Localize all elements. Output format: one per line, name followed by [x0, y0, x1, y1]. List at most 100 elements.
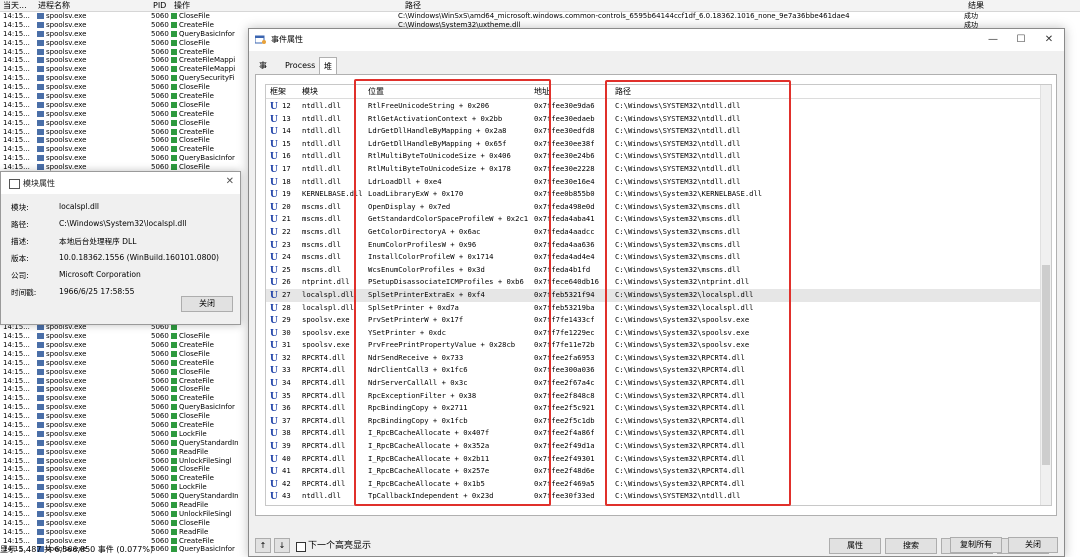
event-time: 14:15...	[3, 56, 30, 65]
event-operation: CloseFile	[171, 465, 210, 474]
frame-number: 42	[282, 478, 291, 488]
col-result[interactable]: 结果	[968, 0, 984, 11]
event-time: 14:15...	[3, 65, 30, 74]
process-icon	[37, 510, 44, 517]
event-pid: 5060	[151, 74, 169, 83]
col-address[interactable]: 地址	[534, 85, 550, 98]
stack-frame-row[interactable]: U 17 ntdll.dll RtlMultiByteToUnicodeSize + …	[266, 163, 1041, 176]
stack-frame-row[interactable]: U 38 RPCRT4.dll I_RpcBCacheAllocate + 0x407…	[266, 427, 1041, 440]
event-pid: 5060	[151, 127, 169, 136]
stack-frame-row[interactable]: U 40 RPCRT4.dll I_RpcBCacheAllocate + 0x2b1…	[266, 453, 1041, 466]
stack-panel: 框架 模块 位置 地址 路径 U 12 ntdll.dll RtlFreeUnicod…	[255, 74, 1057, 516]
tab-event[interactable]: 事件	[255, 59, 271, 84]
stack-frame-row[interactable]: U 22 mscms.dll GetColorDirectoryA + 0x6ac 0x…	[266, 226, 1041, 239]
event-process: spoolsv.exe	[37, 350, 87, 359]
scrollbar-thumb[interactable]	[1042, 265, 1050, 465]
stack-frame-row[interactable]: U 27 localspl.dll SplSetPrinterExtraEx + 0x…	[266, 288, 1041, 302]
event-pid: 5060	[151, 332, 169, 341]
nav-down-button[interactable]: ↓	[274, 538, 290, 553]
event-pid: 5060	[151, 483, 169, 492]
frame-path: C:\Windows\System32\RPCRT4.dll	[615, 365, 745, 375]
stack-frame-row[interactable]: U 42 RPCRT4.dll I_RpcBCacheAllocate + 0x1b5…	[266, 478, 1041, 491]
frame-path: C:\Windows\System32\KERNELBASE.dll	[615, 189, 763, 199]
stack-frame-row[interactable]: U 19 KERNELBASE.dll LoadLibraryExW + 0x170 0…	[266, 188, 1041, 201]
stack-frame-row[interactable]: U 31 spoolsv.exe PrvFreePrintPropertyValue …	[266, 339, 1041, 352]
stack-frame-row[interactable]: U 25 mscms.dll WcsEnumColorProfiles + 0x3d 0…	[266, 264, 1041, 277]
stack-frame-row[interactable]: U 16 ntdll.dll RtlMultiByteToUnicodeSize + …	[266, 150, 1041, 163]
stack-frame-row[interactable]: U 23 mscms.dll EnumColorProfilesW + 0x96 0x7…	[266, 239, 1041, 252]
user-mode-icon: U	[270, 188, 278, 201]
search-button[interactable]: 搜索	[885, 538, 937, 554]
stack-frame-row[interactable]: U 28 localspl.dll SplSetPrinter + 0xd7a 0x7f…	[266, 302, 1041, 315]
stack-frame-row[interactable]: U 21 mscms.dll GetStandardColorSpaceProfile…	[266, 213, 1041, 226]
frame-path: C:\Windows\SYSTEM32\ntdll.dll	[615, 491, 741, 501]
operation-icon	[171, 164, 177, 171]
frame-number: 37	[282, 415, 291, 425]
minimize-button[interactable]: —	[979, 32, 1007, 48]
event-path-row[interactable]: C:\Windows\WinSxS\amd64_microsoft.window…	[398, 12, 1078, 21]
stack-frame-row[interactable]: U 26 ntprint.dll PSetupDisassociateICMProfi…	[266, 276, 1041, 289]
frame-address: 0x7ff7fe11e72b	[534, 340, 595, 350]
frame-address: 0x7ffee2f4a86f	[534, 428, 595, 438]
frame-location: InstallColorProfileW + 0x1714	[368, 252, 494, 262]
frame-location: LdrLoadDll + 0xe4	[368, 176, 442, 186]
properties-button[interactable]: 属性	[829, 538, 881, 554]
stack-frame-row[interactable]: U 29 spoolsv.exe PrvSetPrinterW + 0x17f 0x7f…	[266, 314, 1041, 327]
process-icon	[37, 93, 44, 100]
frame-address: 0x7ffee2f848c8	[534, 390, 595, 400]
stack-frame-row[interactable]: U 33 RPCRT4.dll NdrClientCall3 + 0x1fc6 0x7f…	[266, 364, 1041, 377]
frame-module: RPCRT4.dll	[302, 352, 346, 362]
dialog-titlebar[interactable]: 事件属性 — ☐ ✕	[249, 29, 1064, 51]
stack-frame-row[interactable]: U 14 ntdll.dll LdrGetDllHandleByMapping + 0…	[266, 125, 1041, 138]
col-operation[interactable]: 操作	[174, 0, 190, 11]
stack-frame-row[interactable]: U 41 RPCRT4.dll I_RpcBCacheAllocate + 0x257…	[266, 465, 1041, 478]
vertical-scrollbar[interactable]	[1040, 85, 1051, 505]
frame-address: 0x7ffee30edfd8	[534, 126, 595, 136]
col-frame[interactable]: 框架	[270, 85, 286, 98]
col-process[interactable]: 进程名称	[38, 0, 70, 11]
col-pid[interactable]: PID	[153, 0, 166, 11]
stack-frame-row[interactable]: U 34 RPCRT4.dll NdrServerCallAll + 0x3c 0x7f…	[266, 377, 1041, 390]
col-location[interactable]: 位置	[368, 85, 384, 98]
col-path[interactable]: 路径	[615, 85, 631, 98]
stack-frame-row[interactable]: U 20 mscms.dll OpenDisplay + 0x7ed 0x7ffeda4…	[266, 201, 1041, 214]
event-pid: 5060	[151, 492, 169, 501]
stack-frame-row[interactable]: U 30 spoolsv.exe YSetPrinter + 0xdc 0x7ff7fe…	[266, 327, 1041, 340]
event-process: spoolsv.exe	[37, 65, 87, 74]
frame-location: SplSetPrinter + 0xd7a	[368, 302, 459, 312]
stack-frame-row[interactable]: U 43 ntdll.dll TpCallbackIndependent + 0x23…	[266, 490, 1041, 503]
stack-frame-row[interactable]: U 35 RPCRT4.dll RpcExceptionFilter + 0x38 0x…	[266, 390, 1041, 403]
stack-frame-row[interactable]: U 18 ntdll.dll LdrLoadDll + 0xe4 0x7ffee30e1…	[266, 176, 1041, 189]
event-time: 14:15...	[3, 83, 30, 92]
stack-frame-row[interactable]: U 32 RPCRT4.dll NdrSendReceive + 0x733 0x7ff…	[266, 352, 1041, 365]
stack-frame-row[interactable]: U 24 mscms.dll InstallColorProfileW + 0x171…	[266, 251, 1041, 264]
close-icon[interactable]: ✕	[1035, 32, 1063, 48]
copy-all-button[interactable]: 复制所有	[950, 537, 1002, 553]
tab-process[interactable]: Process	[281, 59, 319, 73]
module-close-button[interactable]: 关闭	[181, 296, 233, 312]
close-button[interactable]: 关闭	[1008, 537, 1058, 553]
col-module[interactable]: 模块	[302, 85, 318, 98]
stack-frame-row[interactable]: U 12 ntdll.dll RtlFreeUnicodeString + 0x206…	[266, 100, 1041, 113]
module-dialog-titlebar[interactable]: 模块属性 ✕	[1, 172, 240, 194]
maximize-button[interactable]: ☐	[1007, 32, 1035, 48]
col-path[interactable]: 路径	[405, 0, 421, 11]
stack-frame-row[interactable]: U 36 RPCRT4.dll RpcBindingCopy + 0x2711 0x7f…	[266, 402, 1041, 415]
event-process: spoolsv.exe	[37, 110, 87, 119]
stack-frame-row[interactable]: U 37 RPCRT4.dll RpcBindingCopy + 0x1fcb 0x7f…	[266, 415, 1041, 428]
col-time[interactable]: 当天...	[3, 0, 27, 11]
close-icon[interactable]: ✕	[226, 176, 234, 187]
event-process: spoolsv.exe	[37, 474, 87, 483]
stack-frame-row[interactable]: U 15 ntdll.dll LdrGetDllHandleByMapping + 0…	[266, 138, 1041, 151]
nav-up-button[interactable]: ↑	[255, 538, 271, 553]
frame-module: RPCRT4.dll	[302, 403, 346, 413]
frame-module: ntdll.dll	[302, 101, 341, 110]
event-operation: CloseFile	[171, 12, 210, 21]
frame-module: RPCRT4.dll	[302, 478, 346, 488]
frame-module: RPCRT4.dll	[302, 453, 346, 463]
tab-stack[interactable]: 堆栈	[319, 57, 337, 88]
stack-frame-row[interactable]: U 13 ntdll.dll RtlGetActivationContext + 0x…	[266, 113, 1041, 126]
stack-frame-row[interactable]: U 39 RPCRT4.dll I_RpcBCacheAllocate + 0x352…	[266, 440, 1041, 453]
stack-grid[interactable]: 框架 模块 位置 地址 路径 U 12 ntdll.dll RtlFreeUnicod…	[265, 84, 1052, 506]
next-highlight-checkbox[interactable]	[296, 542, 306, 552]
